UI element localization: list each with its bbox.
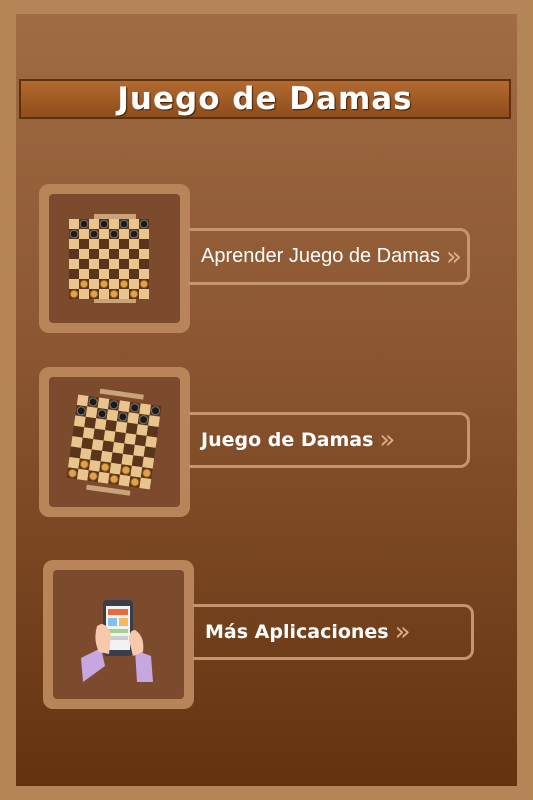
page-title: Juego de Damas xyxy=(117,81,413,117)
more-apps-label: Más Aplicaciones xyxy=(205,621,389,643)
phone-in-hands-icon xyxy=(53,570,184,699)
checkerboard-icon xyxy=(49,194,180,323)
play-checkers-label: Juego de Damas xyxy=(201,429,374,451)
more-apps-button[interactable]: Más Aplicaciones » xyxy=(193,604,474,660)
learn-checkers-button[interactable]: Aprender Juego de Damas » xyxy=(189,228,470,285)
learn-checkers-label: Aprender Juego de Damas xyxy=(201,245,441,267)
chevron-right-icon: » xyxy=(379,425,396,455)
chevron-right-icon: » xyxy=(394,617,411,647)
more-apps-tile[interactable] xyxy=(43,560,194,709)
title-bar: Juego de Damas xyxy=(19,79,511,119)
play-checkers-button[interactable]: Juego de Damas » xyxy=(189,412,470,468)
learn-tile[interactable] xyxy=(39,184,190,333)
chevron-right-icon: » xyxy=(446,241,462,272)
play-tile[interactable] xyxy=(39,367,190,517)
tilted-checkerboard-icon xyxy=(49,377,180,507)
